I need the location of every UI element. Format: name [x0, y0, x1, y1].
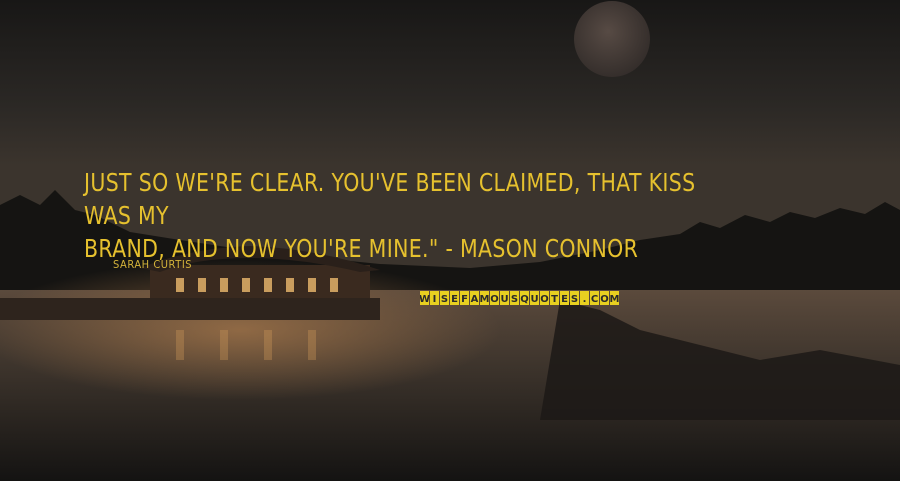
logo-letter: S: [511, 294, 518, 305]
logo-letter: A: [471, 294, 479, 305]
logo-letter: F: [461, 294, 468, 305]
quote-line-1: Just so we're clear. You've been claimed…: [84, 168, 696, 230]
wisefamousquotes-logo: WISEFAMOUSQUOTES.COM: [420, 291, 620, 305]
logo-letter: C: [591, 294, 598, 305]
logo-letter: S: [441, 294, 448, 305]
logo-letter: O: [600, 294, 609, 305]
logo-letter: I: [433, 294, 437, 305]
logo-letter: E: [451, 294, 458, 305]
logo-letter: T: [551, 294, 558, 305]
quote-author: Sarah Curtis: [113, 258, 193, 271]
logo-letter: U: [500, 294, 508, 305]
logo-letter: M: [480, 294, 490, 305]
logo-letter: Q: [520, 294, 529, 305]
logo-letter: M: [610, 294, 620, 305]
logo-letter: .: [583, 294, 587, 305]
logo-letter: U: [530, 294, 538, 305]
quote-text: Just so we're clear. You've been claimed…: [84, 166, 707, 265]
moon: [574, 1, 650, 77]
logo-letter: E: [561, 294, 568, 305]
logo-letter: O: [490, 294, 499, 305]
logo-letter: S: [571, 294, 578, 305]
logo-letter: O: [540, 294, 549, 305]
logo-letter: W: [420, 294, 430, 305]
